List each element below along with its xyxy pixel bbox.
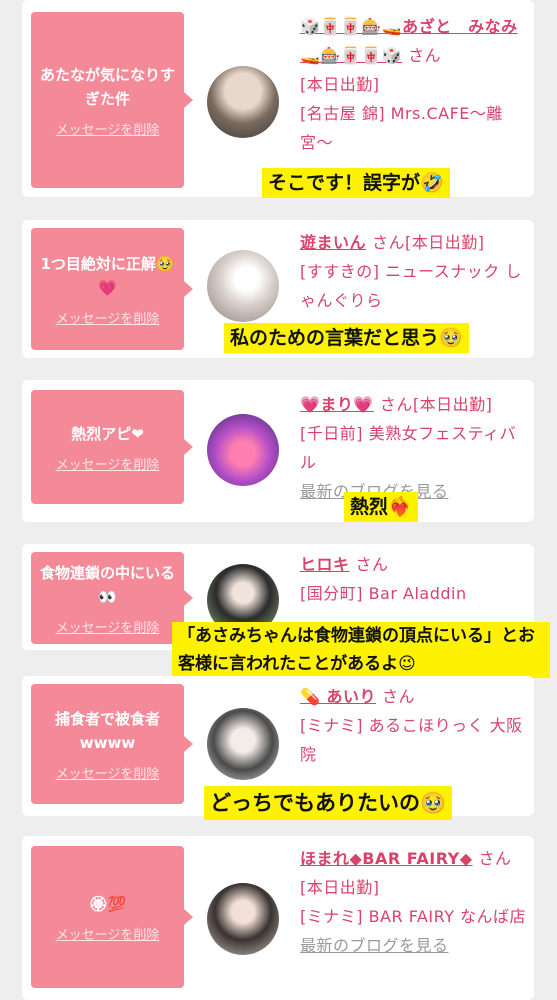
latest-blog-link[interactable]: 最新のブログを見る <box>300 936 449 955</box>
message-bubble: 熱烈アピ❤ メッセージを削除 <box>31 390 193 504</box>
message-text: 熱烈アピ❤ <box>71 424 144 443</box>
message-card: 熱烈アピ❤ メッセージを削除 💗まり💗 さん[本日出勤] [千日前] 美熟女フェス… <box>22 380 534 522</box>
cast-name-link[interactable]: 遊まいん <box>300 233 366 252</box>
cast-info: 💗まり💗さん[本日出勤] [千日前] 美熟女フェスティバル 最新のブログを見る <box>300 390 528 506</box>
shop-location[interactable]: [ミナミ] あるこほりっく 大阪院 <box>300 716 523 764</box>
work-status: [本日出勤] <box>405 233 485 252</box>
caption-overlay: そこです！誤字が🤣 <box>262 168 450 198</box>
delete-message-link[interactable]: メッセージを削除 <box>56 454 160 473</box>
avatar[interactable] <box>207 66 279 138</box>
message-bubble: 🏵💯 メッセージを削除 <box>31 846 193 988</box>
work-status: [本日出勤] <box>412 395 493 414</box>
delete-message-link[interactable]: メッセージを削除 <box>56 308 160 327</box>
avatar[interactable] <box>207 414 279 486</box>
caption-overlay: 「あさみちゃんは食物連鎖の頂点にいる」とお客様に言われたことがあるよ😉 <box>172 622 550 678</box>
message-bubble: 1つ目絶対に正解🥹💗 メッセージを削除 <box>31 228 193 350</box>
work-status: [本日出勤] <box>300 75 380 94</box>
honorific: さん <box>372 233 406 252</box>
honorific: さん <box>478 849 512 868</box>
shop-location[interactable]: [すすきの] ニュースナック しゃんぐりら <box>300 262 522 310</box>
cast-name-link[interactable]: 💗まり💗 <box>300 395 374 414</box>
delete-message-link[interactable]: メッセージを削除 <box>56 119 160 138</box>
cast-info: 🎲🀄🀄🎰🚤あざと みなみ🚤🎰🀄🀄🎲 さん [本日出勤] [名古屋 錦] Mrs.C… <box>300 12 528 157</box>
cast-name-link[interactable]: 💊 あいり <box>300 687 376 706</box>
message-bubble: 食物連鎖の中にいる👀 メッセージを削除 <box>31 552 193 644</box>
delete-message-link[interactable]: メッセージを削除 <box>56 924 160 943</box>
shop-location[interactable]: [千日前] 美熟女フェスティバル <box>300 424 516 472</box>
message-text: 1つ目絶対に正解🥹💗 <box>40 254 175 297</box>
avatar[interactable] <box>207 883 279 955</box>
avatar[interactable] <box>207 250 279 322</box>
caption-overlay: 私のための言葉だと思う🥹 <box>224 323 469 353</box>
caption-overlay: 熱烈❤️‍🔥 <box>344 492 418 522</box>
cast-info: ほまれ◆BAR FAIRY◆ さん [本日出勤] [ミナミ] BAR FAIRY な… <box>300 844 528 960</box>
message-bubble: あたなが気になりすぎた件 メッセージを削除 <box>31 12 193 188</box>
caption-overlay: どっちでもありたいの🥹 <box>204 786 453 820</box>
honorific: さん <box>379 395 413 414</box>
shop-location[interactable]: [ミナミ] BAR FAIRY なんば店 <box>300 907 526 926</box>
shop-location[interactable]: [国分町] Bar Aladdin <box>300 584 467 603</box>
delete-message-link[interactable]: メッセージを削除 <box>56 763 160 782</box>
avatar[interactable] <box>207 708 279 780</box>
cast-name-link[interactable]: ヒロキ <box>300 555 350 574</box>
honorific: さん <box>408 46 442 65</box>
message-text: 食物連鎖の中にいる👀 <box>39 563 175 606</box>
work-status: [本日出勤] <box>300 878 380 897</box>
honorific: さん <box>382 687 416 706</box>
message-bubble: 捕食者で被食者wwww メッセージを削除 <box>31 684 193 804</box>
message-card: 🏵💯 メッセージを削除 ほまれ◆BAR FAIRY◆ さん [本日出勤] [ミナミ]… <box>22 836 534 1000</box>
cast-info: 遊まいん さん[本日出勤] [すすきの] ニュースナック しゃんぐりら <box>300 228 528 315</box>
shop-location[interactable]: [名古屋 錦] Mrs.CAFE〜離宮〜 <box>300 104 503 152</box>
delete-message-link[interactable]: メッセージを削除 <box>56 617 160 636</box>
cast-name-link[interactable]: ほまれ◆BAR FAIRY◆ <box>300 849 473 868</box>
cast-info: 💊 あいり さん [ミナミ] あるこほりっく 大阪院 <box>300 682 528 769</box>
honorific: さん <box>355 555 389 574</box>
cast-info: ヒロキ さん [国分町] Bar Aladdin <box>300 550 528 608</box>
message-text: あたなが気になりすぎた件 <box>39 65 175 108</box>
message-text: 捕食者で被食者wwww <box>54 709 160 752</box>
message-text: 🏵💯 <box>88 894 127 913</box>
